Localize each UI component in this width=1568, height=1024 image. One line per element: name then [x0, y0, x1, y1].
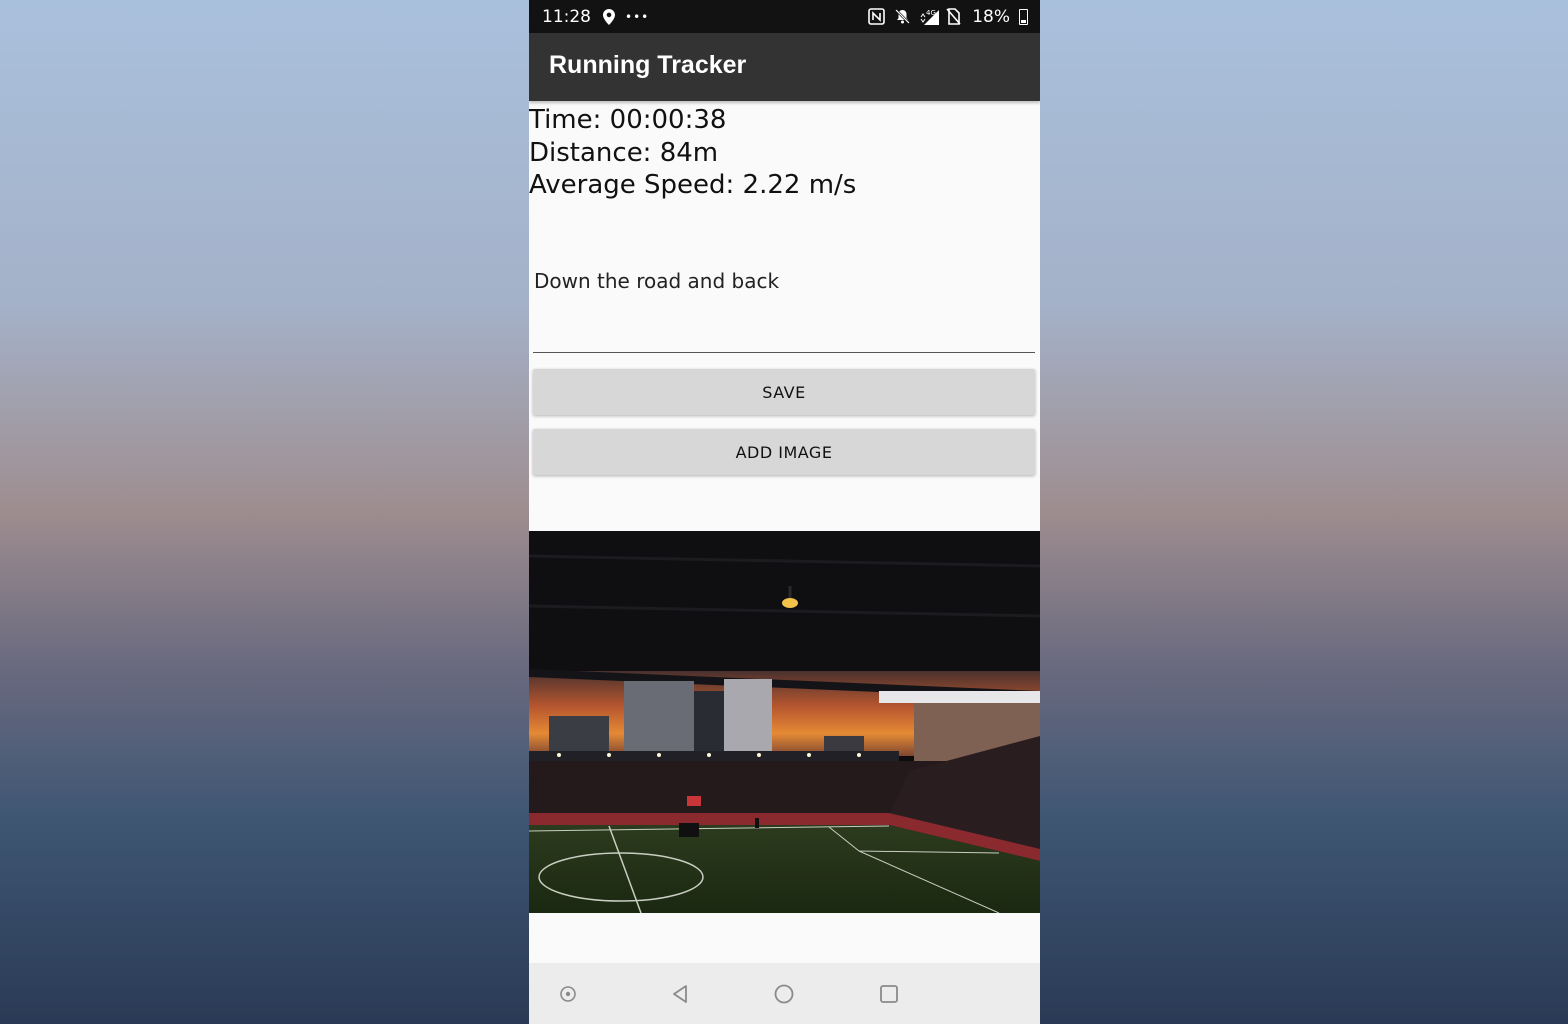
status-bar: 11:28 ••• 4G 18%: [529, 0, 1040, 33]
app-title: Running Tracker: [549, 51, 747, 79]
save-button[interactable]: SAVE: [533, 369, 1035, 415]
status-icons: 4G 18%: [868, 0, 1028, 33]
average-speed-label: Average Speed: 2.22 m/s: [529, 170, 857, 200]
location-icon: [603, 8, 615, 25]
stadium-photo: [529, 531, 1040, 913]
mute-icon: [894, 8, 911, 25]
assist-icon[interactable]: [557, 983, 579, 1005]
notification-dots: •••: [625, 9, 650, 24]
phone-screen: 11:28 ••• 4G 18% Running Tracker Time: 0…: [529, 0, 1040, 1024]
nfc-icon: [868, 8, 886, 25]
no-sim-icon: [946, 8, 963, 25]
back-icon[interactable]: [669, 983, 691, 1005]
run-note-text[interactable]: Down the road and back: [534, 269, 779, 293]
run-note-input[interactable]: Down the road and back: [533, 260, 1035, 353]
distance-label: Distance: 84m: [529, 138, 719, 168]
recents-icon[interactable]: [878, 983, 900, 1005]
home-icon[interactable]: [773, 983, 795, 1005]
add-image-button[interactable]: ADD IMAGE: [533, 429, 1035, 475]
battery-icon: [1019, 8, 1028, 25]
app-bar: Running Tracker: [529, 33, 1040, 101]
battery-percent: 18%: [972, 6, 1010, 27]
signal-icon: 4G: [920, 8, 940, 25]
time-label: Time: 00:00:38: [529, 105, 727, 135]
status-time: 11:28: [542, 6, 591, 27]
navigation-bar: [529, 963, 1040, 1024]
